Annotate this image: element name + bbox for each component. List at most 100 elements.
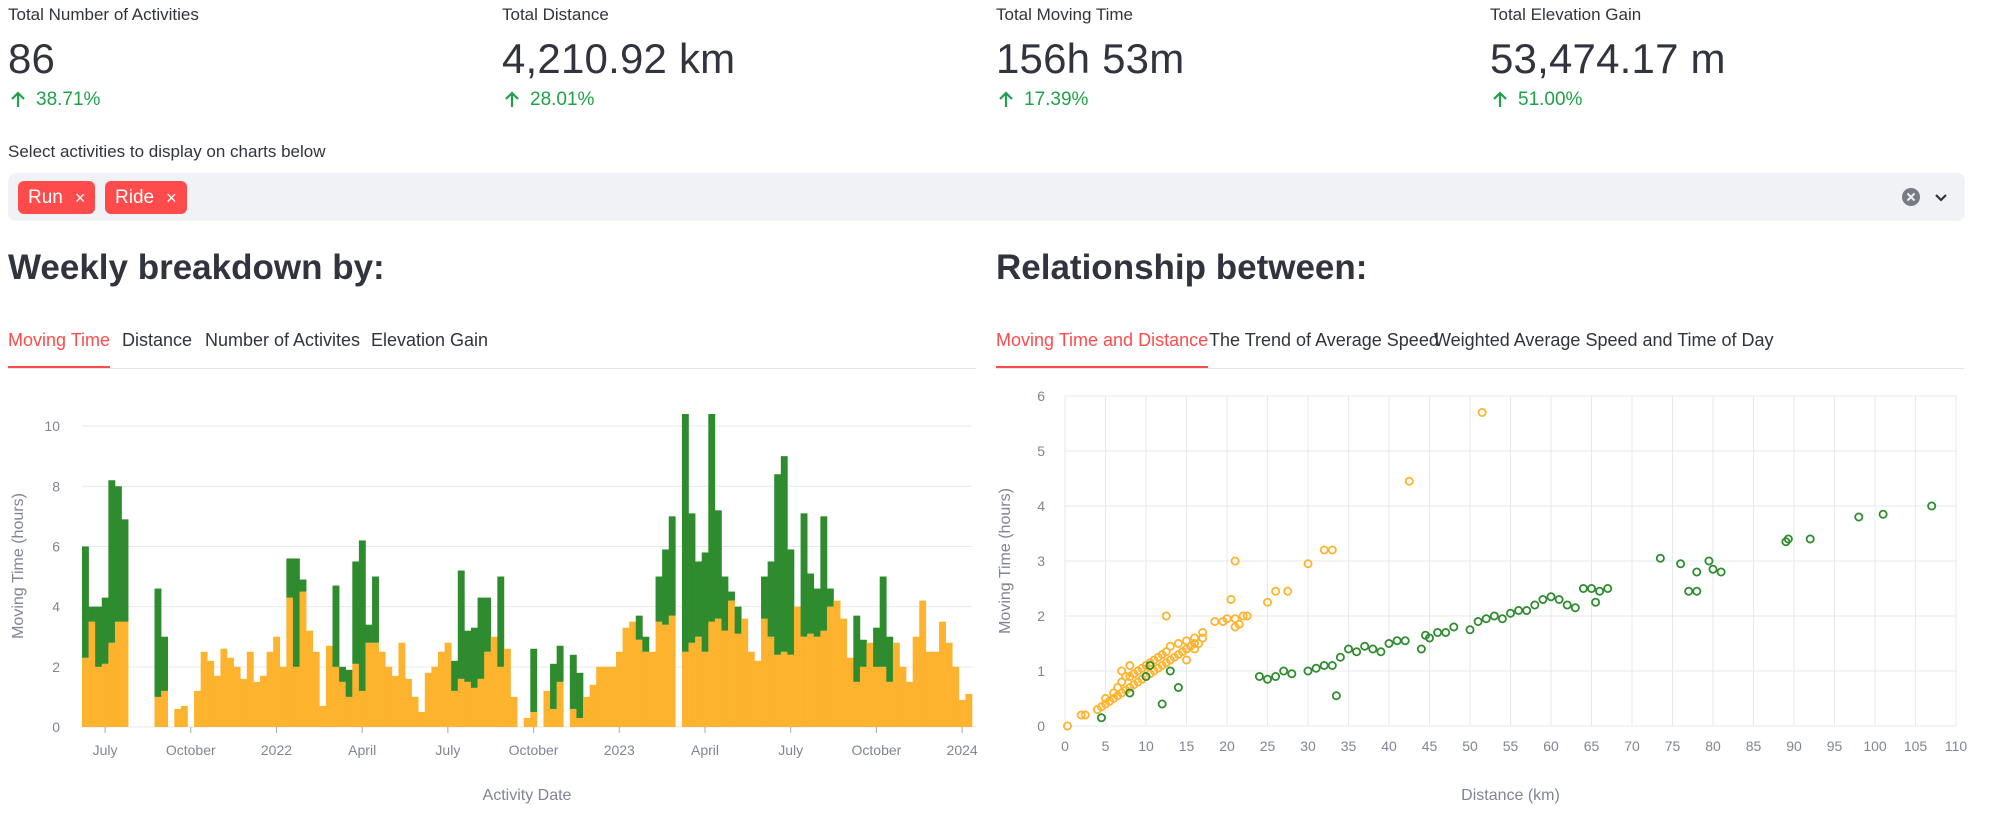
x-tick-label: 105: [1904, 738, 1928, 754]
bar-ride: [886, 636, 894, 682]
bar-run: [596, 666, 604, 727]
bar-run: [484, 651, 492, 727]
bar-ride: [114, 486, 122, 622]
tab-trend-of-average-speed[interactable]: The Trend of Average Speed: [1209, 330, 1439, 366]
weekly-moving-time-chart[interactable]: 0 2 4 6 8 10 July October 2022 April July October 20…: [0, 385, 985, 815]
bar-ride: [372, 576, 379, 643]
point-ride: [1591, 597, 1601, 607]
tab-moving-time[interactable]: Moving Time: [8, 330, 111, 368]
bar-run: [912, 636, 920, 727]
bar-run: [826, 606, 834, 727]
bar-run: [853, 681, 861, 727]
bar-run: [200, 651, 208, 727]
bar-run: [543, 690, 551, 727]
chevron-down-icon[interactable]: [1931, 187, 1951, 207]
tab-weighted-average-speed-time-of-day[interactable]: Weighted Average Speed and Time of Day: [1434, 330, 1774, 366]
bar-run: [477, 678, 485, 727]
bar-run: [939, 621, 946, 727]
point-ride: [1352, 647, 1362, 657]
point-ride: [1360, 641, 1370, 651]
bar-run: [550, 708, 557, 727]
point-run: [1113, 682, 1123, 692]
bar-run: [253, 681, 261, 727]
bar-run: [892, 642, 900, 727]
bar-run: [345, 696, 353, 727]
point-run: [1125, 660, 1135, 670]
bar-ride: [780, 456, 788, 652]
y-tick-label: 0: [1037, 718, 1045, 734]
point-ride: [1684, 586, 1694, 596]
bar-ride: [299, 579, 307, 592]
bar-run: [444, 642, 452, 727]
point-ride: [1173, 682, 1183, 692]
bar-run: [965, 693, 973, 727]
bar-ride: [695, 561, 703, 637]
point-run: [1165, 641, 1175, 651]
activity-multiselect[interactable]: Run × Ride ×: [8, 173, 1965, 221]
point-run: [1327, 545, 1337, 555]
bar-run: [220, 648, 228, 727]
relationship-heading: Relationship between:: [996, 248, 1368, 287]
point-ride: [1096, 713, 1106, 723]
bar-ride: [121, 519, 129, 622]
bar-ride: [879, 576, 887, 667]
x-tick-label: 0: [1061, 738, 1069, 754]
bar-run: [161, 690, 169, 727]
remove-tag-icon[interactable]: ×: [166, 189, 177, 207]
point-ride: [1331, 691, 1341, 701]
point-ride: [1570, 603, 1580, 613]
tab-elevation-gain[interactable]: Elevation Gain: [371, 330, 488, 366]
x-axis-label: Distance (km): [1461, 787, 1560, 804]
metric-delta-value: 38.71%: [36, 89, 101, 110]
x-tick-label: 15: [1179, 738, 1195, 754]
y-axis-label: Moving Time (hours): [997, 488, 1014, 634]
remove-tag-icon[interactable]: ×: [75, 189, 86, 207]
bar-run: [945, 642, 953, 727]
bar-run: [207, 660, 215, 727]
bar-ride: [161, 636, 169, 691]
metric-delta-value: 28.01%: [530, 89, 595, 110]
weekly-tabs: Moving Time Distance Number of Activites…: [8, 322, 976, 369]
bar-ride: [352, 561, 360, 664]
bar-run: [681, 651, 689, 727]
bar-ride: [451, 660, 459, 691]
metric-value: 4,210.92 km: [502, 35, 736, 82]
bar-ride: [88, 606, 96, 622]
bar-ride: [464, 630, 472, 682]
bar-run: [490, 636, 498, 727]
x-tick-label: 10: [1138, 738, 1154, 754]
point-run: [1319, 545, 1329, 555]
point-run: [1226, 594, 1236, 604]
bar-ride: [813, 588, 821, 637]
x-tick-label: 2024: [947, 742, 978, 758]
bar-ride: [807, 573, 815, 634]
bar-run: [114, 621, 122, 727]
tab-number-of-activities[interactable]: Number of Activites: [205, 330, 360, 366]
tab-distance[interactable]: Distance: [122, 330, 192, 366]
point-run: [1477, 407, 1487, 417]
bar-run: [503, 648, 511, 727]
bar-ride: [457, 570, 465, 679]
bar-ride: [721, 576, 729, 631]
metric-total-distance: Total Distance 4,210.92 km 28.01%: [502, 0, 982, 111]
bar-run: [260, 675, 267, 727]
bar-ride: [635, 615, 643, 640]
tab-moving-time-and-distance[interactable]: Moving Time and Distance: [996, 330, 1209, 368]
x-tick-label: July: [435, 742, 460, 758]
bar-run: [952, 666, 960, 727]
bar-run: [101, 663, 109, 727]
weekly-heading: Weekly breakdown by:: [8, 248, 385, 287]
point-ride: [1335, 652, 1345, 662]
bar-run: [279, 666, 287, 727]
bar-run: [339, 681, 347, 727]
moving-time-vs-distance-chart[interactable]: 01234560 5 10 15 20 25 30 35 40 45 50 55 60 65 70 75 80 8…: [990, 380, 1990, 815]
point-ride: [1554, 594, 1564, 604]
x-tick-label: 5: [1102, 738, 1110, 754]
clear-all-icon[interactable]: [1902, 188, 1920, 206]
y-tick-label: 4: [52, 599, 60, 615]
metric-total-elevation-gain: Total Elevation Gain 53,474.17 m 51.00%: [1490, 0, 1970, 111]
bar-run: [741, 618, 749, 727]
bar-run: [642, 651, 650, 727]
bar-ride: [767, 561, 775, 637]
bar-run: [688, 642, 696, 727]
